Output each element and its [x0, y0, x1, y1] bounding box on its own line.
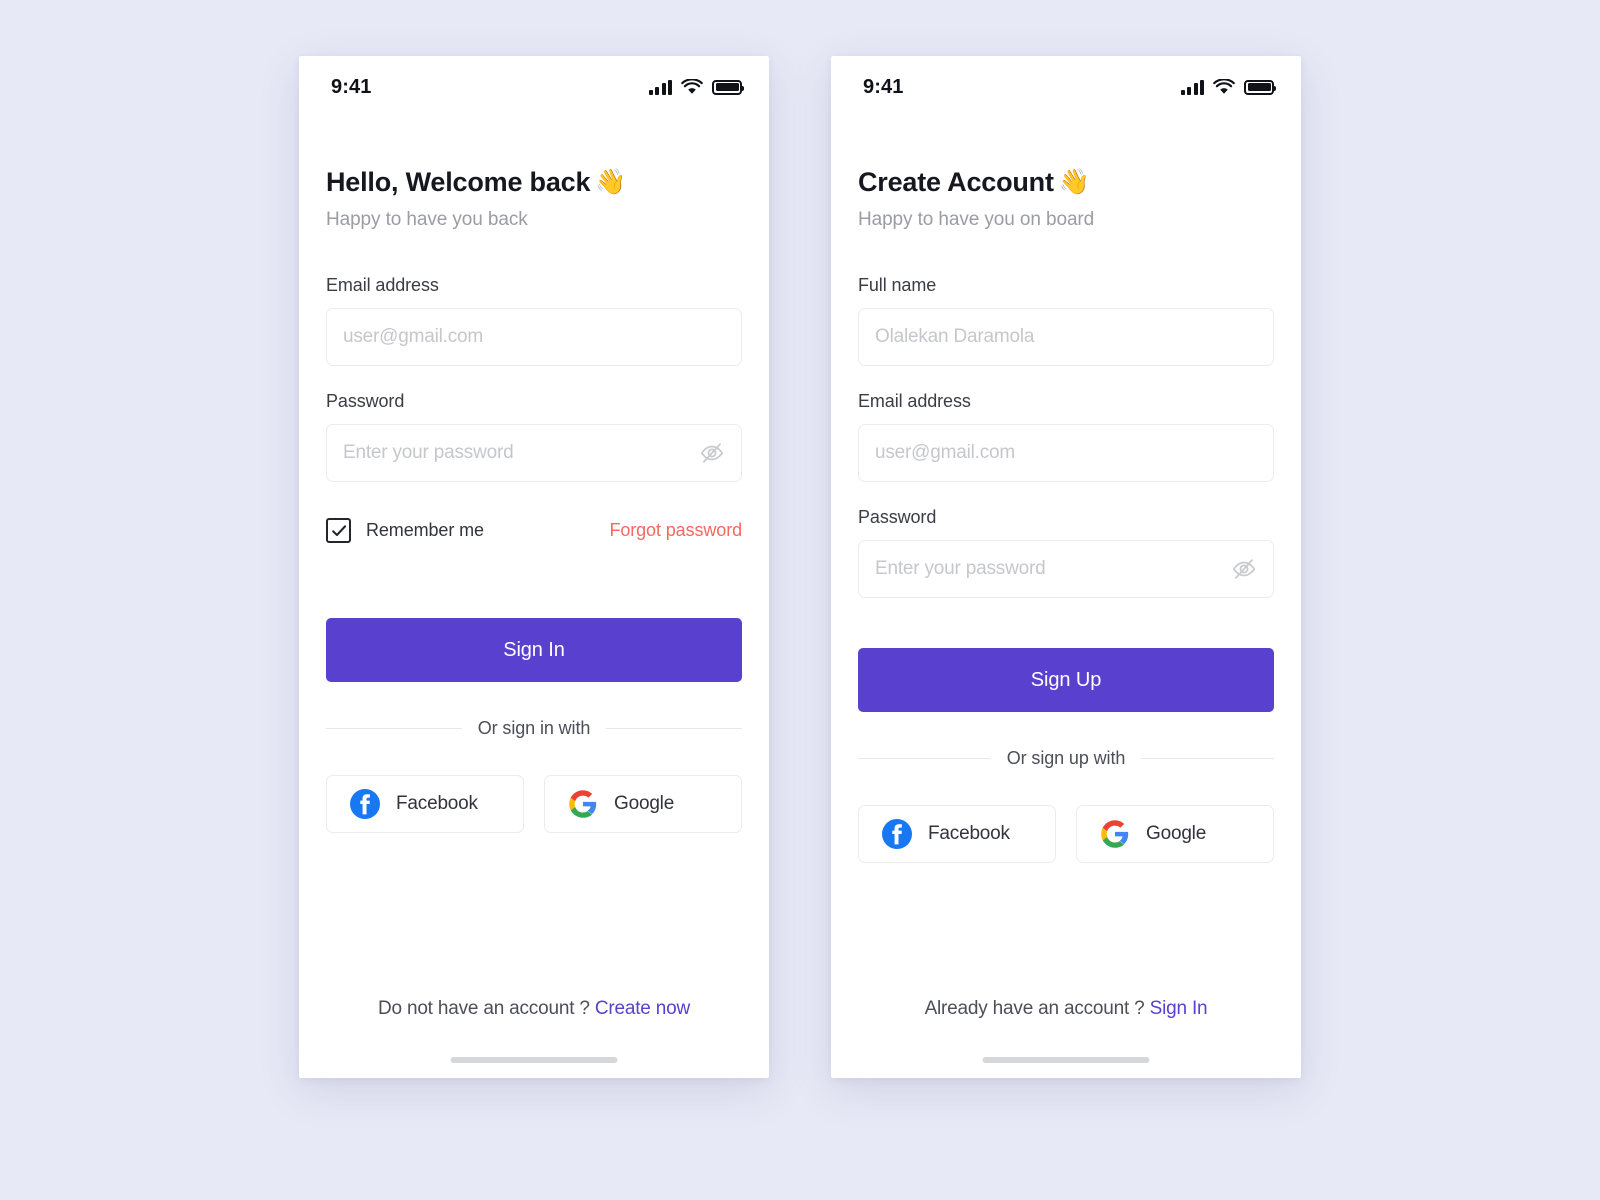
- facebook-icon: [350, 789, 380, 820]
- email-input[interactable]: [875, 442, 1257, 465]
- password-input[interactable]: [875, 558, 1223, 581]
- fullname-input-wrap[interactable]: [858, 308, 1274, 367]
- facebook-icon: [882, 819, 912, 850]
- google-icon: [1101, 820, 1129, 849]
- facebook-signup-label: Facebook: [928, 823, 1010, 845]
- page-title-text: Create Account: [858, 167, 1054, 197]
- password-label: Password: [326, 391, 405, 412]
- password-input[interactable]: [343, 442, 691, 465]
- remember-row: Remember me Forgot password: [326, 518, 742, 544]
- email-label: Email address: [858, 391, 971, 412]
- divider-line-left: [858, 758, 991, 760]
- home-indicator: [982, 1057, 1150, 1063]
- eye-off-icon[interactable]: [699, 440, 725, 466]
- sign-in-link[interactable]: Sign In: [1150, 998, 1208, 1019]
- remember-me-checkbox[interactable]: [326, 518, 351, 544]
- divider-label: Or sign in with: [477, 718, 591, 739]
- status-icons: [648, 79, 744, 95]
- divider-line-left: [326, 728, 462, 730]
- signin-footer: Do not have an account ? Create now: [299, 998, 769, 1020]
- status-time: 9:41: [331, 75, 372, 98]
- social-buttons: Facebook Google: [858, 805, 1274, 864]
- signal-bars-icon: [648, 79, 672, 95]
- signin-footer-prompt: Do not have an account ?: [377, 998, 590, 1019]
- forgot-password-link[interactable]: Forgot password: [609, 520, 742, 541]
- divider-line-right: [606, 728, 743, 730]
- password-input-wrap[interactable]: [858, 540, 1274, 599]
- signup-footer-prompt: Already have an account ?: [924, 998, 1145, 1019]
- fullname-field-group: Full name: [858, 275, 1274, 367]
- remember-me-label: Remember me: [366, 520, 484, 541]
- wifi-icon: [681, 79, 703, 94]
- home-indicator: [450, 1057, 618, 1063]
- signup-body: Create Account 👋 Happy to have you on bo…: [831, 166, 1301, 864]
- remember-me-control[interactable]: Remember me: [326, 518, 484, 544]
- signup-footer: Already have an account ? Sign In: [831, 998, 1301, 1020]
- eye-off-icon[interactable]: [1231, 556, 1257, 582]
- signup-divider: Or sign up with: [858, 748, 1274, 769]
- signal-bars-icon: [1180, 79, 1204, 95]
- signin-divider: Or sign in with: [326, 718, 743, 739]
- sign-up-button[interactable]: Sign Up: [858, 648, 1274, 713]
- google-login-button[interactable]: Google: [544, 775, 742, 834]
- password-input-wrap[interactable]: [326, 424, 742, 483]
- page-title: Create Account 👋: [858, 166, 1274, 198]
- social-buttons: Facebook Google: [326, 775, 742, 834]
- email-input-wrap[interactable]: [858, 424, 1274, 483]
- password-field-group: Password: [326, 391, 742, 483]
- facebook-login-label: Facebook: [396, 793, 478, 815]
- status-bar: 9:41: [831, 56, 1301, 118]
- signin-form: Email address Password: [326, 275, 743, 834]
- email-field-group: Email address: [326, 275, 742, 367]
- fullname-label: Full name: [858, 275, 937, 296]
- status-time: 9:41: [863, 75, 904, 98]
- signup-screen: 9:41 Create Account 👋 Happy to have you …: [831, 56, 1301, 1078]
- screens-container: 9:41 Hello, Welcome back 👋 Happy to have…: [0, 0, 1600, 1200]
- google-icon: [569, 790, 597, 819]
- email-input-wrap[interactable]: [326, 308, 742, 367]
- battery-full-icon: [1244, 79, 1276, 95]
- status-icons: [1180, 79, 1276, 95]
- create-account-link[interactable]: Create now: [595, 998, 690, 1019]
- email-field-group: Email address: [858, 391, 1274, 483]
- check-icon: [331, 525, 346, 536]
- facebook-signup-button[interactable]: Facebook: [858, 805, 1056, 864]
- wifi-icon: [1213, 79, 1235, 94]
- sign-in-button[interactable]: Sign In: [326, 618, 742, 683]
- page-title-text: Hello, Welcome back: [326, 167, 591, 197]
- signup-form: Full name Email address Password: [858, 275, 1274, 864]
- waving-hand-icon: 👋: [595, 167, 627, 196]
- page-subtitle: Happy to have you on board: [858, 209, 1095, 231]
- email-input[interactable]: [343, 326, 725, 349]
- status-bar: 9:41: [299, 56, 769, 118]
- google-login-label: Google: [614, 793, 675, 815]
- battery-full-icon: [712, 79, 744, 95]
- divider-line-right: [1141, 758, 1274, 760]
- password-field-group: Password: [858, 507, 1274, 599]
- email-label: Email address: [326, 275, 439, 296]
- google-signup-button[interactable]: Google: [1076, 805, 1274, 864]
- page-title: Hello, Welcome back 👋: [326, 166, 742, 198]
- password-label: Password: [858, 507, 937, 528]
- signin-screen: 9:41 Hello, Welcome back 👋 Happy to have…: [299, 56, 769, 1078]
- signin-body: Hello, Welcome back 👋 Happy to have you …: [299, 166, 769, 834]
- page-subtitle: Happy to have you back: [326, 209, 528, 231]
- divider-label: Or sign up with: [1006, 748, 1126, 769]
- google-signup-label: Google: [1146, 823, 1207, 845]
- waving-hand-icon: 👋: [1058, 167, 1090, 196]
- fullname-input[interactable]: [875, 326, 1257, 349]
- facebook-login-button[interactable]: Facebook: [326, 775, 524, 834]
